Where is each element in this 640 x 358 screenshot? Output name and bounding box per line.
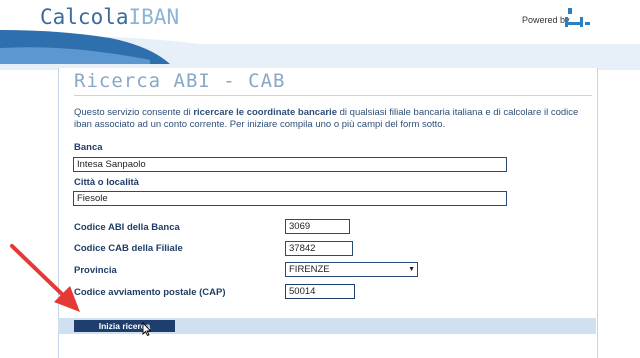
dropdown-arrow-icon: ▼ xyxy=(408,266,415,273)
intro-text: Questo servizio consente di ricercare le… xyxy=(74,107,594,131)
abi-input[interactable]: 3069 xyxy=(285,219,350,234)
cap-input[interactable]: 50014 xyxy=(285,284,355,299)
page-title: Ricerca ABI - CAB xyxy=(74,70,286,92)
title-divider xyxy=(74,95,592,96)
cap-label: Codice avviamento postale (CAP) xyxy=(74,287,226,298)
logo-text-calcola: Calcola xyxy=(40,5,129,29)
banca-input[interactable]: Intesa Sanpaolo xyxy=(73,157,507,172)
abi-label: Codice ABI della Banca xyxy=(74,222,180,233)
inizia-ricerca-button[interactable]: Inizia ricerca xyxy=(74,320,175,332)
calcolaiban-logo[interactable]: CalcolaIBAN xyxy=(40,5,179,29)
provincia-selected-value: FIRENZE xyxy=(289,264,330,275)
cab-label: Codice CAB della Filiale xyxy=(74,243,183,254)
provincia-label: Provincia xyxy=(74,265,117,276)
header: CalcolaIBAN Powered by xyxy=(0,0,640,70)
intro-text-part1: Questo servizio consente di xyxy=(74,107,194,118)
citta-label: Città o località xyxy=(74,177,139,188)
mouse-cursor-icon xyxy=(142,322,152,336)
provincia-select[interactable]: FIRENZE ▼ xyxy=(285,262,418,277)
banca-label: Banca xyxy=(74,142,103,153)
brand-logo-icon[interactable] xyxy=(563,8,591,28)
cab-input[interactable]: 37842 xyxy=(285,241,353,256)
citta-input[interactable]: Fiesole xyxy=(73,191,507,206)
intro-text-bold: ricercare le coordinate bancarie xyxy=(193,107,337,118)
header-swoosh-decoration xyxy=(0,30,640,70)
logo-text-iban: IBAN xyxy=(128,5,180,29)
